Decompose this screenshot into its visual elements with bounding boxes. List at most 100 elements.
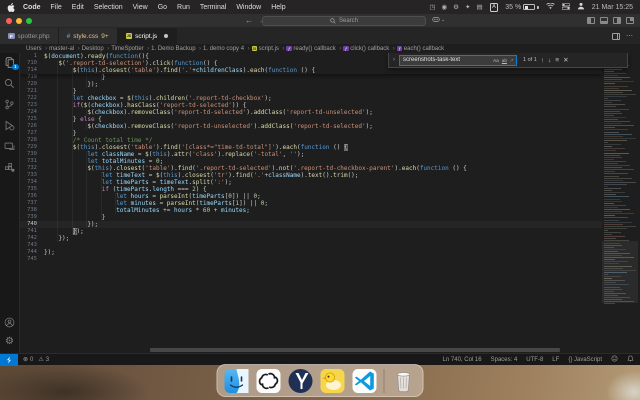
apple-menu-icon[interactable] xyxy=(7,2,17,12)
code-line-738[interactable]: 738 totalMinutes += hours * 60 + minutes; xyxy=(20,207,602,214)
menu-item-selection[interactable]: Selection xyxy=(94,4,123,11)
breadcrumb-item[interactable]: Desktop › xyxy=(82,46,110,52)
code-line-745[interactable]: 745 xyxy=(20,256,602,263)
accounts-icon[interactable] xyxy=(4,316,16,328)
breadcrumb-item[interactable]: 1. demo copy 4 › xyxy=(203,46,250,52)
problems-indicator[interactable]: ⊗ 0 ⚠ 3 xyxy=(18,356,54,364)
battery-indicator[interactable]: 35 % xyxy=(505,4,539,11)
code-line-741[interactable]: 741}); xyxy=(20,228,602,235)
code-line-734[interactable]: 734 let timeParts = timeText.split(':'); xyxy=(20,179,602,186)
breadcrumb-item[interactable]: JS script.js › xyxy=(251,46,284,52)
dock-vscode-icon[interactable] xyxy=(352,368,378,394)
menu-extra-icon-4[interactable]: ✦ xyxy=(465,3,470,11)
code-line-732[interactable]: 732 $(this).closest('table').find('.repor… xyxy=(20,165,602,172)
toggle-replace-icon[interactable]: › xyxy=(393,57,395,63)
code-line-730[interactable]: 730 let className = $(this).attr('class')… xyxy=(20,151,602,158)
menu-extra-icon-3[interactable]: ⚙ xyxy=(453,3,459,11)
toggle-panel-icon[interactable] xyxy=(600,17,608,24)
code-line-728[interactable]: 728/* Count total time */ xyxy=(20,137,602,144)
breadcrumb-item[interactable]: 1. Demo Backup › xyxy=(151,46,201,52)
code-line-743[interactable]: 743 xyxy=(20,242,602,249)
code-line-735[interactable]: 735 if (timeParts.length === 2) { xyxy=(20,186,602,193)
menu-extra-icon-1[interactable]: ◳ xyxy=(429,3,435,11)
sticky-line-714[interactable]: 714 $(this).closest('table').find('.'+chi… xyxy=(20,67,602,74)
menu-item-go[interactable]: Go xyxy=(158,4,167,11)
eol-setting[interactable]: LF xyxy=(552,357,559,363)
breadcrumb-item[interactable]: f click() callback › xyxy=(343,46,395,52)
code-line-740[interactable]: 740}); xyxy=(20,221,602,228)
customize-layout-icon[interactable] xyxy=(626,17,634,24)
breadcrumb-item[interactable]: Users › xyxy=(26,46,47,52)
split-editor-icon[interactable] xyxy=(612,32,620,40)
find-previous-icon[interactable]: ↑ xyxy=(541,57,544,64)
code-line-727[interactable]: 727} xyxy=(20,130,602,137)
menu-item-help[interactable]: Help xyxy=(271,4,285,11)
menu-item-view[interactable]: View xyxy=(133,4,148,11)
language-mode[interactable]: {} JavaScript xyxy=(568,357,602,363)
code-editor[interactable]: 719} 720}); 721} 722 let checkbox = $(this).… xyxy=(20,53,640,353)
breadcrumb-item[interactable]: TimeSpotter › xyxy=(111,46,149,52)
regex-icon[interactable]: .* xyxy=(510,58,513,63)
close-window-button[interactable] xyxy=(6,17,12,24)
tab-spotter.php[interactable]: Pspotter.php xyxy=(0,28,59,44)
feedback-icon[interactable] xyxy=(611,355,618,364)
code-line-721[interactable]: 721} xyxy=(20,88,602,95)
remote-indicator[interactable] xyxy=(0,353,18,366)
code-line-719[interactable]: 719} xyxy=(20,74,602,81)
window-titlebar[interactable]: ← → Search ⌄ xyxy=(0,14,640,28)
code-line-729[interactable]: 729 $(this).closest('table').find('[class… xyxy=(20,144,602,151)
toggle-sidebar-icon[interactable] xyxy=(587,17,595,24)
breadcrumb-item[interactable]: f ready() callback › xyxy=(286,46,341,52)
tab-style.css[interactable]: # style.css 9+ xyxy=(58,28,118,44)
code-line-736[interactable]: 736 let hours = parseInt(timeParts[0]) ||… xyxy=(20,193,602,200)
menu-extra-icon-2[interactable]: ◉ xyxy=(442,3,448,11)
input-source-indicator[interactable]: A xyxy=(489,2,499,12)
control-center-icon[interactable] xyxy=(561,2,571,12)
breadcrumb-item[interactable]: master-al › xyxy=(49,46,80,52)
whole-word-icon[interactable]: ab xyxy=(502,58,507,63)
code-line-737[interactable]: 737 let minutes = parseInt(timeParts[1]) … xyxy=(20,200,602,207)
find-input[interactable]: screenshots-task-text Aa ab .* xyxy=(399,54,517,66)
breadcrumb-item[interactable]: f each() callback xyxy=(396,46,444,52)
minimap[interactable] xyxy=(602,53,638,347)
code-line-723[interactable]: 723 if($(checkbox).hasClass('report-td-se… xyxy=(20,102,602,109)
toggle-secondary-sidebar-icon[interactable] xyxy=(613,17,621,24)
activitybar-extensions-icon[interactable] xyxy=(4,161,16,173)
code-line-726[interactable]: 726 $(checkbox).removeClass('report-td-un… xyxy=(20,123,602,130)
match-case-icon[interactable]: Aa xyxy=(493,58,499,63)
dock-chatgpt-icon[interactable] xyxy=(256,368,282,394)
dock-finder-icon[interactable] xyxy=(224,368,250,394)
unsaved-changes-dot[interactable] xyxy=(164,34,169,38)
minimize-window-button[interactable] xyxy=(16,17,22,24)
menu-clock[interactable]: 21 Mar 15:25 xyxy=(592,4,633,11)
activitybar-run-debug-icon[interactable] xyxy=(4,119,16,131)
copilot-menu-icon[interactable]: ⌄ xyxy=(432,16,445,23)
activitybar-source-control-icon[interactable] xyxy=(4,98,16,110)
code-line-731[interactable]: 731 let totalMinutes = 0; xyxy=(20,158,602,165)
menu-item-file[interactable]: File xyxy=(51,4,62,11)
dock-yandex-browser-icon[interactable] xyxy=(288,368,314,394)
close-find-icon[interactable]: ✕ xyxy=(563,56,568,64)
indentation-setting[interactable]: Spaces: 4 xyxy=(491,357,518,363)
find-in-selection-icon[interactable]: ≡ xyxy=(555,57,559,64)
notifications-bell-icon[interactable] xyxy=(627,355,634,364)
code-line-733[interactable]: 733 let timeText = $(this).closest('tr').… xyxy=(20,172,602,179)
settings-gear-icon[interactable]: ⚙ xyxy=(4,335,16,347)
code-line-725[interactable]: 725} else { xyxy=(20,116,602,123)
cursor-position[interactable]: Ln 740, Col 16 xyxy=(443,357,482,363)
code-line-742[interactable]: 742}); xyxy=(20,235,602,242)
code-line-724[interactable]: 724 $(checkbox).removeClass('report-td-se… xyxy=(20,109,602,116)
dock-duck-app-icon[interactable] xyxy=(320,368,346,394)
navigate-back-icon[interactable]: ← xyxy=(245,15,253,27)
command-center-search[interactable]: Search xyxy=(262,16,426,26)
code-line-744[interactable]: 744}); xyxy=(20,249,602,256)
activitybar-explorer-icon[interactable]: 1 xyxy=(4,56,19,70)
code-line-739[interactable]: 739} xyxy=(20,214,602,221)
activitybar-remote-icon[interactable] xyxy=(4,140,16,152)
dock-trash-icon[interactable] xyxy=(391,368,417,394)
user-menu-icon[interactable] xyxy=(577,2,585,12)
encoding-setting[interactable]: UTF-8 xyxy=(526,357,543,363)
code-line-722[interactable]: 722 let checkbox = $(this).children('.rep… xyxy=(20,95,602,102)
find-next-icon[interactable]: ↓ xyxy=(548,57,551,64)
code-line-720[interactable]: 720}); xyxy=(20,81,602,88)
